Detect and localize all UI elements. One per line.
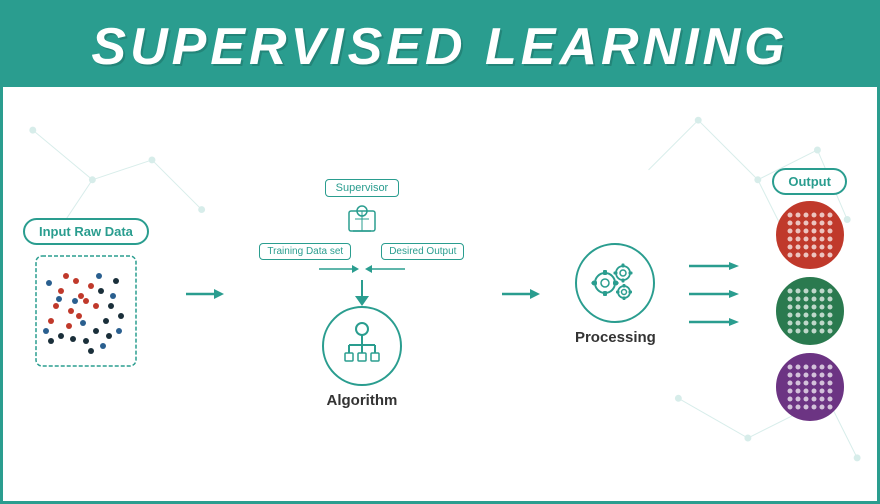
arrow-input-to-algo bbox=[184, 284, 224, 304]
gears-svg bbox=[587, 255, 643, 311]
output-circles bbox=[776, 201, 844, 421]
supervisor-area: Supervisor bbox=[325, 179, 400, 239]
output-circle-purple bbox=[776, 353, 844, 421]
supervisor-to-algo-line bbox=[361, 280, 363, 296]
arrow-proc-to-red bbox=[689, 259, 739, 273]
output-label: Output bbox=[772, 168, 847, 195]
scatter-plot bbox=[31, 251, 141, 371]
processing-label: Processing bbox=[575, 329, 656, 346]
flow-diagram: Input Raw Data bbox=[3, 87, 877, 501]
processing-icon bbox=[575, 243, 655, 323]
arrow-proc-to-green bbox=[689, 287, 739, 301]
supervisor-icon bbox=[343, 201, 381, 239]
page-title: SUPERVISED LEARNING bbox=[3, 17, 877, 77]
algorithm-label: Algorithm bbox=[327, 392, 398, 409]
output-circle-green bbox=[776, 277, 844, 345]
red-dots-svg bbox=[780, 205, 840, 265]
training-dataset-label: Training Data set bbox=[259, 243, 351, 260]
algorithm-block: Supervisor Training Data set bbox=[259, 179, 464, 409]
output-block: Output bbox=[772, 168, 847, 421]
main-container: SUPERVISED LEARNING bbox=[0, 0, 880, 504]
algorithm-icon bbox=[322, 306, 402, 386]
down-arrow bbox=[355, 296, 369, 306]
arrow-algo-to-proc bbox=[500, 284, 540, 304]
desired-output-label: Desired Output bbox=[381, 243, 464, 260]
content-area: Input Raw Data bbox=[3, 87, 877, 501]
supervisor-label: Supervisor bbox=[325, 179, 400, 197]
green-dots-svg bbox=[780, 281, 840, 341]
output-arrows-container bbox=[689, 259, 739, 329]
output-circle-red bbox=[776, 201, 844, 269]
algo-svg bbox=[335, 319, 389, 373]
input-label: Input Raw Data bbox=[23, 218, 149, 245]
processing-block: Processing bbox=[575, 243, 656, 346]
arrow-proc-to-purple bbox=[689, 315, 739, 329]
input-block: Input Raw Data bbox=[23, 218, 149, 371]
header-bar: SUPERVISED LEARNING bbox=[3, 3, 877, 87]
purple-dots-svg bbox=[780, 357, 840, 417]
